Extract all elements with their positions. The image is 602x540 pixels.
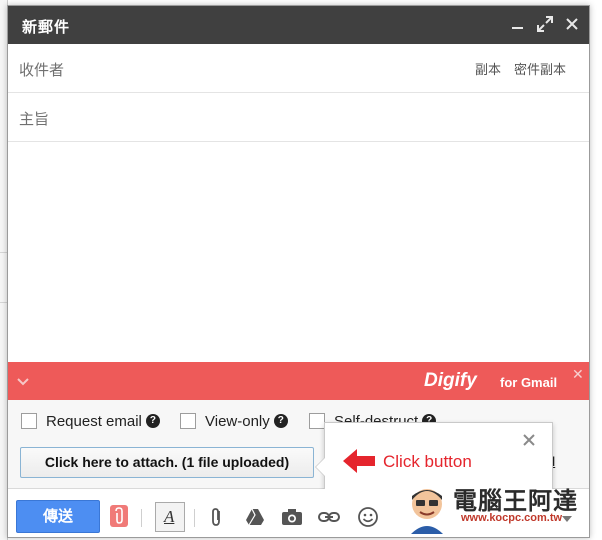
subject-row[interactable]: 主旨 (8, 93, 589, 142)
recipients-row[interactable]: 收件者 副本 密件副本 (8, 44, 589, 93)
watermark: 電腦王阿達 www.kocpc.com.tw (403, 476, 583, 537)
message-body[interactable] (8, 143, 589, 361)
digify-subtitle: for Gmail (500, 375, 558, 390)
view-only-option[interactable]: View-only ? (180, 411, 288, 431)
request-email-option[interactable]: Request email ? (21, 411, 160, 431)
digify-logo: Digify (424, 370, 477, 391)
drive-icon[interactable] (244, 506, 266, 528)
link-icon[interactable] (318, 506, 340, 528)
request-email-checkbox[interactable] (21, 413, 37, 429)
divider (0, 252, 7, 253)
bcc-link[interactable]: 密件副本 (514, 59, 566, 78)
arrow-left-icon (342, 448, 376, 474)
mascot-icon (411, 489, 443, 534)
close-icon[interactable] (522, 433, 536, 447)
divider (0, 302, 7, 303)
attach-button[interactable]: Click here to attach. (1 file uploaded) (20, 447, 314, 478)
tooltip-pointer (315, 457, 325, 477)
expand-icon[interactable] (535, 14, 555, 34)
cc-link[interactable]: 副本 (475, 59, 501, 78)
camera-icon[interactable] (281, 506, 303, 528)
watermark-url: www.kocpc.com.tw (461, 512, 563, 524)
divider (141, 509, 142, 527)
emoji-icon[interactable] (357, 506, 379, 528)
compose-title: 新郵件 (22, 18, 71, 36)
view-only-label: View-only (205, 412, 270, 430)
help-icon[interactable]: ? (145, 414, 160, 428)
minimize-icon[interactable] (508, 14, 528, 34)
tooltip-text: Click button (383, 452, 472, 471)
formatting-icon: A (164, 507, 175, 526)
view-only-checkbox[interactable] (180, 413, 196, 429)
digify-header: Digify for Gmail ✕ (8, 362, 589, 400)
digify-toggle-icon[interactable] (110, 505, 128, 527)
close-icon[interactable] (562, 14, 582, 34)
to-field[interactable]: 收件者 (19, 59, 64, 80)
compose-titlebar[interactable]: 新郵件 (8, 6, 589, 44)
paperclip-icon[interactable] (206, 506, 228, 528)
close-icon[interactable]: ✕ (572, 366, 584, 383)
compose-window: 新郵件 收件者 副本 密件副本 主旨 Digify for Gmail ✕ Re… (7, 5, 590, 538)
formatting-button[interactable]: A (155, 502, 185, 532)
subject-field[interactable]: 主旨 (19, 108, 49, 129)
send-button[interactable]: 傳送 (16, 500, 100, 533)
watermark-text: 電腦王阿達 (453, 487, 578, 515)
self-destruct-checkbox[interactable] (309, 413, 325, 429)
chevron-down-icon[interactable] (16, 374, 30, 388)
request-email-label: Request email (46, 412, 142, 430)
divider (194, 509, 195, 527)
help-icon[interactable]: ? (273, 414, 288, 428)
